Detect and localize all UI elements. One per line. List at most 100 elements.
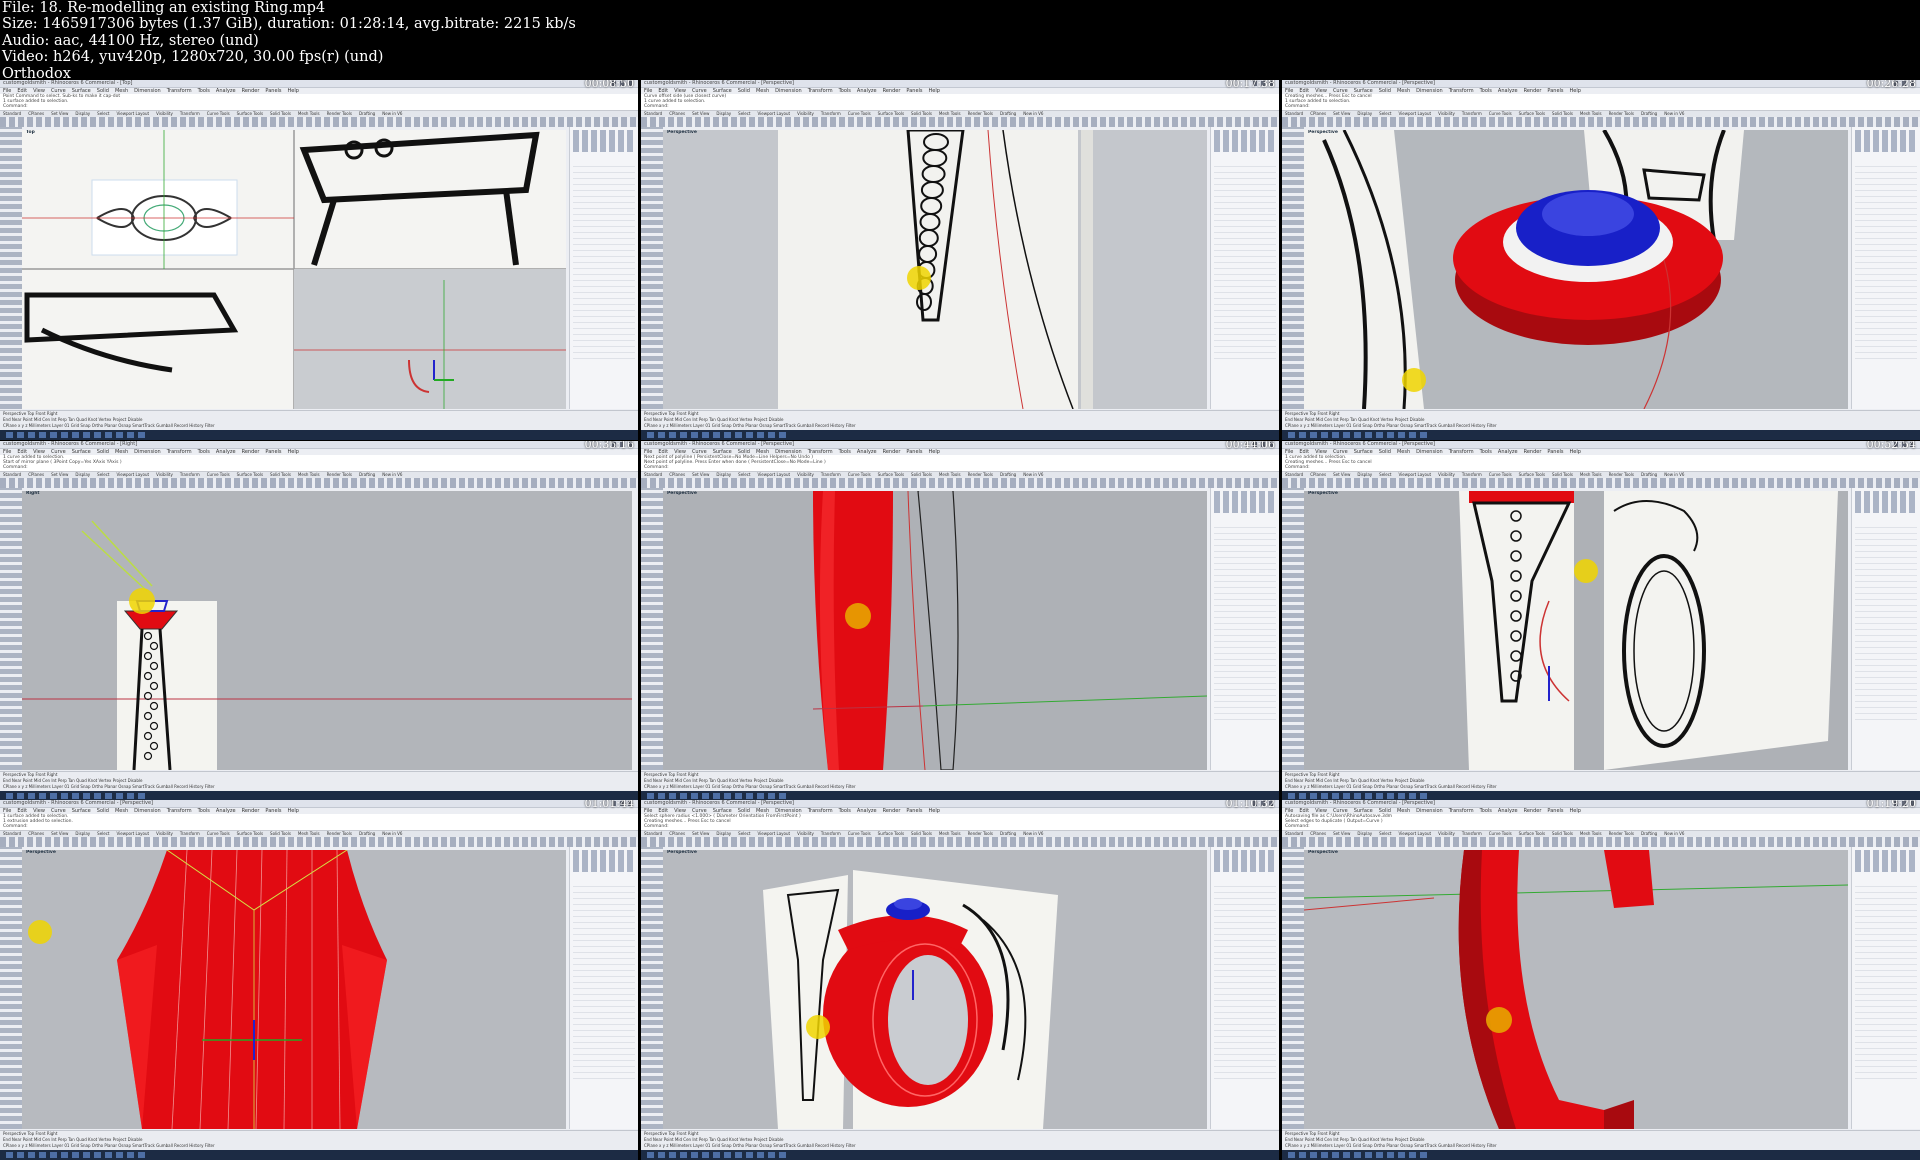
- toolbar-tab[interactable]: Set View: [51, 831, 68, 836]
- toolbar-tab[interactable]: CPlanes: [669, 472, 685, 477]
- toolbar-tab[interactable]: Set View: [692, 831, 709, 836]
- properties-panel[interactable]: [1851, 488, 1920, 770]
- toolbar-tab[interactable]: Display: [716, 111, 731, 116]
- toolbar-tab[interactable]: Viewport Layout: [117, 472, 150, 477]
- left-toolbar[interactable]: [0, 488, 22, 770]
- viewport[interactable]: Perspective: [1304, 130, 1848, 409]
- toolbar-icons[interactable]: [1282, 117, 1920, 127]
- properties-panel[interactable]: [569, 127, 638, 409]
- toolbar-tab[interactable]: Drafting: [359, 831, 375, 836]
- panel-icons[interactable]: [1214, 850, 1276, 872]
- toolbar-tab[interactable]: Render Tools: [327, 831, 352, 836]
- toolbar-tab[interactable]: New in V6: [1664, 831, 1684, 836]
- toolbar-tab[interactable]: Set View: [51, 472, 68, 477]
- taskbar-buttons[interactable]: [6, 793, 146, 799]
- toolbar-tab[interactable]: Drafting: [1000, 831, 1016, 836]
- toolbar-tab[interactable]: Set View: [692, 472, 709, 477]
- toolbar-tab[interactable]: Drafting: [1641, 111, 1657, 116]
- toolbar-icons[interactable]: [641, 837, 1279, 847]
- toolbar-tab[interactable]: Transform: [180, 472, 200, 477]
- taskbar-buttons[interactable]: [1288, 1152, 1428, 1158]
- toolbar-tab[interactable]: Mesh Tools: [298, 111, 320, 116]
- left-toolbar[interactable]: [0, 127, 22, 409]
- toolbar-tab[interactable]: Solid Tools: [911, 111, 932, 116]
- toolbar-tab[interactable]: Surface Tools: [1519, 111, 1545, 116]
- viewport[interactable]: Top: [22, 130, 566, 409]
- toolbar-tab[interactable]: Visibility: [797, 111, 814, 116]
- toolbar-tab[interactable]: Standard: [3, 111, 21, 116]
- panel-icons[interactable]: [1855, 491, 1917, 513]
- toolbar-icons[interactable]: [0, 478, 638, 488]
- toolbar-tab[interactable]: Render Tools: [968, 831, 993, 836]
- toolbar-tab[interactable]: New in V6: [382, 111, 402, 116]
- toolbar-tab[interactable]: Display: [75, 472, 90, 477]
- toolbar-tab[interactable]: Drafting: [1641, 831, 1657, 836]
- toolbar-tab[interactable]: Mesh Tools: [1580, 111, 1602, 116]
- toolbar-tab[interactable]: Render Tools: [968, 472, 993, 477]
- toolbar-tab[interactable]: Solid Tools: [1552, 831, 1573, 836]
- toolbar-tab[interactable]: Transform: [180, 111, 200, 116]
- toolbar-tab[interactable]: Curve Tools: [1489, 831, 1512, 836]
- toolbar-tab[interactable]: Display: [716, 472, 731, 477]
- toolbar-tab[interactable]: Transform: [821, 831, 841, 836]
- toolbar-tab[interactable]: Transform: [1462, 472, 1482, 477]
- left-toolbar[interactable]: [641, 847, 663, 1129]
- left-toolbar[interactable]: [641, 488, 663, 770]
- toolbar-tab[interactable]: Render Tools: [1609, 111, 1634, 116]
- toolbar-tab[interactable]: Drafting: [1641, 472, 1657, 477]
- toolbar-tab[interactable]: Mesh Tools: [939, 472, 961, 477]
- toolbar-tab[interactable]: CPlanes: [669, 111, 685, 116]
- toolbar-tab[interactable]: Render Tools: [1609, 831, 1634, 836]
- toolbar-tab[interactable]: Select: [97, 472, 109, 477]
- properties-panel[interactable]: [569, 847, 638, 1129]
- viewport[interactable]: Perspective: [1304, 850, 1848, 1129]
- toolbar-tab[interactable]: Mesh Tools: [939, 111, 961, 116]
- toolbar-tab[interactable]: Mesh Tools: [298, 831, 320, 836]
- toolbar-tab[interactable]: Viewport Layout: [117, 831, 150, 836]
- left-toolbar[interactable]: [1282, 488, 1304, 770]
- left-toolbar[interactable]: [1282, 127, 1304, 409]
- toolbar-tab[interactable]: Display: [75, 111, 90, 116]
- panel-icons[interactable]: [1855, 130, 1917, 152]
- taskbar-buttons[interactable]: [647, 793, 787, 799]
- properties-panel[interactable]: [1851, 847, 1920, 1129]
- toolbar-tab[interactable]: New in V6: [382, 831, 402, 836]
- toolbar-tab[interactable]: Visibility: [797, 831, 814, 836]
- toolbar-tab[interactable]: Standard: [644, 831, 662, 836]
- toolbar-tab[interactable]: Select: [738, 472, 750, 477]
- toolbar-tab[interactable]: Drafting: [359, 111, 375, 116]
- toolbar-tab[interactable]: New in V6: [382, 472, 402, 477]
- viewport[interactable]: Perspective: [663, 850, 1207, 1129]
- toolbar-tab[interactable]: Display: [716, 831, 731, 836]
- toolbar-tab[interactable]: Curve Tools: [207, 111, 230, 116]
- toolbar-tab[interactable]: Set View: [1333, 472, 1350, 477]
- toolbar-tab[interactable]: Surface Tools: [1519, 472, 1545, 477]
- viewport[interactable]: Perspective: [663, 130, 1207, 409]
- toolbar-tab[interactable]: Set View: [51, 111, 68, 116]
- toolbar-tab[interactable]: CPlanes: [1310, 831, 1326, 836]
- toolbar-tab[interactable]: Surface Tools: [237, 472, 263, 477]
- toolbar-tab[interactable]: Transform: [821, 472, 841, 477]
- toolbar-tab[interactable]: Transform: [1462, 831, 1482, 836]
- properties-panel[interactable]: [1210, 127, 1279, 409]
- toolbar-tab[interactable]: Curve Tools: [1489, 111, 1512, 116]
- command-prompt[interactable]: Command:: [641, 104, 1279, 109]
- properties-panel[interactable]: [1210, 488, 1279, 770]
- toolbar-tab[interactable]: Viewport Layout: [1399, 831, 1432, 836]
- toolbar-tab[interactable]: Mesh Tools: [1580, 472, 1602, 477]
- toolbar-tab[interactable]: Visibility: [1438, 831, 1455, 836]
- toolbar-tab[interactable]: Surface Tools: [878, 111, 904, 116]
- toolbar-tab[interactable]: Drafting: [359, 472, 375, 477]
- toolbar-tab[interactable]: Solid Tools: [1552, 111, 1573, 116]
- toolbar-tab[interactable]: Standard: [3, 831, 21, 836]
- toolbar-tab[interactable]: Mesh Tools: [939, 831, 961, 836]
- toolbar-tab[interactable]: Curve Tools: [848, 831, 871, 836]
- panel-icons[interactable]: [1855, 850, 1917, 872]
- toolbar-tab[interactable]: Select: [1379, 111, 1391, 116]
- toolbar-tab[interactable]: CPlanes: [28, 111, 44, 116]
- toolbar-tab[interactable]: Render Tools: [327, 472, 352, 477]
- toolbar-tab[interactable]: Visibility: [1438, 111, 1455, 116]
- viewport[interactable]: Perspective: [663, 491, 1207, 770]
- toolbar-tab[interactable]: Surface Tools: [237, 831, 263, 836]
- toolbar-tab[interactable]: Display: [1357, 831, 1372, 836]
